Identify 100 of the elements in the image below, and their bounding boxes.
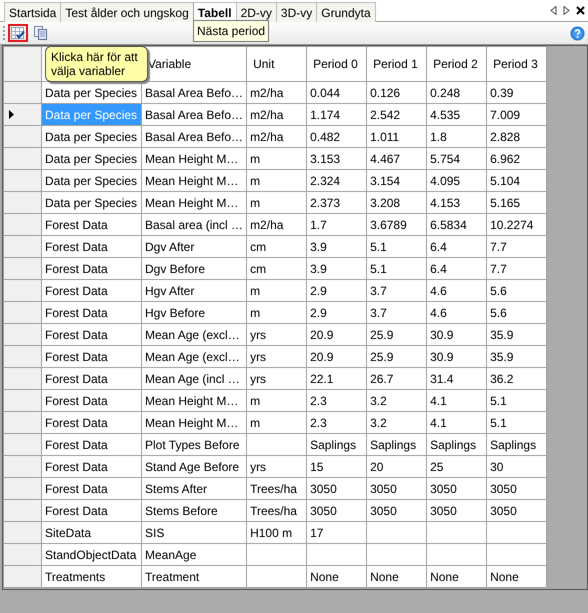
table-cell: 30.9 bbox=[426, 324, 487, 346]
tab[interactable]: Test ålder och ungskog bbox=[60, 2, 194, 23]
table-cell: yrs bbox=[246, 368, 307, 390]
table-cell: 25.9 bbox=[366, 324, 427, 346]
table-cell: 3050 bbox=[366, 500, 427, 522]
column-header[interactable]: Period 3 bbox=[486, 46, 547, 82]
table-cell: 5.1 bbox=[366, 258, 427, 280]
table-cell: 30 bbox=[486, 456, 547, 478]
table-cell: 2.542 bbox=[366, 104, 427, 126]
table-cell: 5.165 bbox=[486, 192, 547, 214]
table-cell: Forest Data bbox=[42, 456, 142, 478]
table-cell: m bbox=[246, 412, 307, 434]
table-cell: 1.174 bbox=[306, 104, 367, 126]
table-cell: Mean Height M… bbox=[142, 170, 247, 192]
table-cell: 2.9 bbox=[306, 280, 367, 302]
table-cell: 2.9 bbox=[306, 302, 367, 324]
table-cell: Treatment bbox=[142, 566, 247, 588]
table-cell: m bbox=[246, 390, 307, 412]
table-cell: 4.6 bbox=[426, 302, 487, 324]
table-cell: 0.248 bbox=[426, 82, 487, 104]
table-cell: 35.9 bbox=[486, 324, 547, 346]
table-cell: Basal Area Befo… bbox=[142, 82, 247, 104]
table-cell: Basal Area Befo… bbox=[142, 104, 247, 126]
table-cell: 3.9 bbox=[306, 258, 367, 280]
table-cell: 26.7 bbox=[366, 368, 427, 390]
table-cell: 0.126 bbox=[366, 82, 427, 104]
column-header[interactable]: Period 0 bbox=[306, 46, 367, 82]
table-cell: Forest Data bbox=[42, 324, 142, 346]
callout-tooltip: Klicka här för att välja variabler bbox=[45, 46, 148, 82]
table-cell: Trees/ha bbox=[246, 478, 307, 500]
table-cell: Forest Data bbox=[42, 390, 142, 412]
table-cell: 7.7 bbox=[486, 258, 547, 280]
grid-check-icon bbox=[11, 26, 25, 40]
table-cell: Forest Data bbox=[42, 214, 142, 236]
column-header[interactable]: Period 2 bbox=[426, 46, 487, 82]
copy-icon bbox=[34, 26, 48, 40]
table-cell: 6.4 bbox=[426, 258, 487, 280]
table-cell: 20 bbox=[366, 456, 427, 478]
tooltip: Nästa period bbox=[193, 20, 270, 42]
table-cell: 3.9 bbox=[306, 236, 367, 258]
table-cell: 0.044 bbox=[306, 82, 367, 104]
table-cell: MeanAge bbox=[142, 544, 247, 566]
table-cell: Mean Height M… bbox=[142, 390, 247, 412]
table-cell: StandObjectData bbox=[42, 544, 142, 566]
table-cell: 3050 bbox=[306, 500, 367, 522]
table-cell: m2/ha bbox=[246, 104, 307, 126]
table-cell: None bbox=[306, 566, 367, 588]
table-cell: Mean Height M… bbox=[142, 412, 247, 434]
table-cell: None bbox=[426, 566, 487, 588]
table-cell: 2.324 bbox=[306, 170, 367, 192]
table-cell: yrs bbox=[246, 346, 307, 368]
table-cell: 7.7 bbox=[486, 236, 547, 258]
table-cell: Trees/ha bbox=[246, 500, 307, 522]
table-cell: Forest Data bbox=[42, 258, 142, 280]
table-cell: Forest Data bbox=[42, 478, 142, 500]
table-cell: Data per Species bbox=[42, 126, 142, 148]
table-cell: 3.7 bbox=[366, 302, 427, 324]
table-cell: 5.754 bbox=[426, 148, 487, 170]
table-cell: 6.4 bbox=[426, 236, 487, 258]
column-header[interactable]: Variable bbox=[142, 46, 247, 82]
scroll-right-icon[interactable] bbox=[563, 6, 570, 15]
table-cell: m bbox=[246, 170, 307, 192]
table-cell: 3.153 bbox=[306, 148, 367, 170]
table-cell: 0.482 bbox=[306, 126, 367, 148]
table-cell: None bbox=[366, 566, 427, 588]
table-cell: 3050 bbox=[426, 500, 487, 522]
table-cell: Saplings bbox=[366, 434, 427, 456]
column-header[interactable]: Period 1 bbox=[366, 46, 427, 82]
table-cell: 4.6 bbox=[426, 280, 487, 302]
tab[interactable]: Startsida bbox=[4, 2, 62, 23]
table-cell: 0.39 bbox=[486, 82, 547, 104]
table-cell: Data per Species bbox=[42, 104, 142, 126]
table-cell: 3.6789 bbox=[366, 214, 427, 236]
table-cell: m bbox=[246, 192, 307, 214]
table-cell: 5.1 bbox=[486, 390, 547, 412]
table-cell: Forest Data bbox=[42, 236, 142, 258]
column-header[interactable]: Unit bbox=[246, 46, 307, 82]
tab[interactable]: 3D-vy bbox=[276, 2, 318, 23]
table-cell: Forest Data bbox=[42, 500, 142, 522]
table-cell: Forest Data bbox=[42, 280, 142, 302]
grid-check-button[interactable] bbox=[8, 24, 28, 42]
table-cell: SiteData bbox=[42, 522, 142, 544]
scroll-left-icon[interactable] bbox=[550, 6, 557, 15]
table-cell: 4.1 bbox=[426, 390, 487, 412]
table-cell: 5.104 bbox=[486, 170, 547, 192]
table-cell: 1.7 bbox=[306, 214, 367, 236]
table-cell: 3.2 bbox=[366, 412, 427, 434]
table-cell: 25.9 bbox=[366, 346, 427, 368]
table-cell: Forest Data bbox=[42, 302, 142, 324]
table-cell: 20.9 bbox=[306, 324, 367, 346]
table-cell: H100 m bbox=[246, 522, 307, 544]
tab[interactable]: Grundyta bbox=[316, 2, 376, 23]
table-cell: yrs bbox=[246, 324, 307, 346]
table-cell: Hgv After bbox=[142, 280, 247, 302]
table-cell: 1.011 bbox=[366, 126, 427, 148]
help-icon[interactable] bbox=[570, 26, 585, 40]
row-header[interactable] bbox=[4, 104, 42, 126]
table-cell: Data per Species bbox=[42, 192, 142, 214]
table-cell: Stems After bbox=[142, 478, 247, 500]
close-icon[interactable] bbox=[576, 6, 585, 15]
